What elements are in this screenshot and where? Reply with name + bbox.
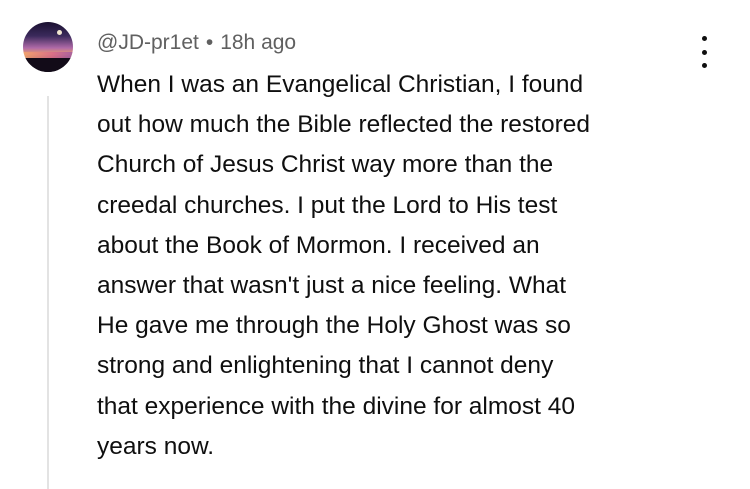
author-name[interactable]: @JD-pr1et (97, 31, 199, 54)
more-vertical-icon[interactable] (694, 36, 714, 68)
menu-dot (701, 36, 707, 41)
menu-dot (701, 63, 707, 68)
meta-separator: • (205, 31, 214, 54)
comment: @JD-pr1et • 18h ago When I was an Evangeli… (0, 0, 750, 489)
menu-dot (701, 49, 707, 55)
comment-timestamp[interactable]: 18h ago (220, 31, 296, 54)
comment-text: When I was an Evangelical Christian, I f… (97, 71, 591, 460)
comment-meta: @JD-pr1et • 18h ago (97, 30, 296, 56)
thread-line (47, 96, 49, 489)
avatar-ground (23, 58, 73, 72)
avatar-moon (57, 30, 62, 35)
avatar[interactable] (23, 22, 73, 72)
